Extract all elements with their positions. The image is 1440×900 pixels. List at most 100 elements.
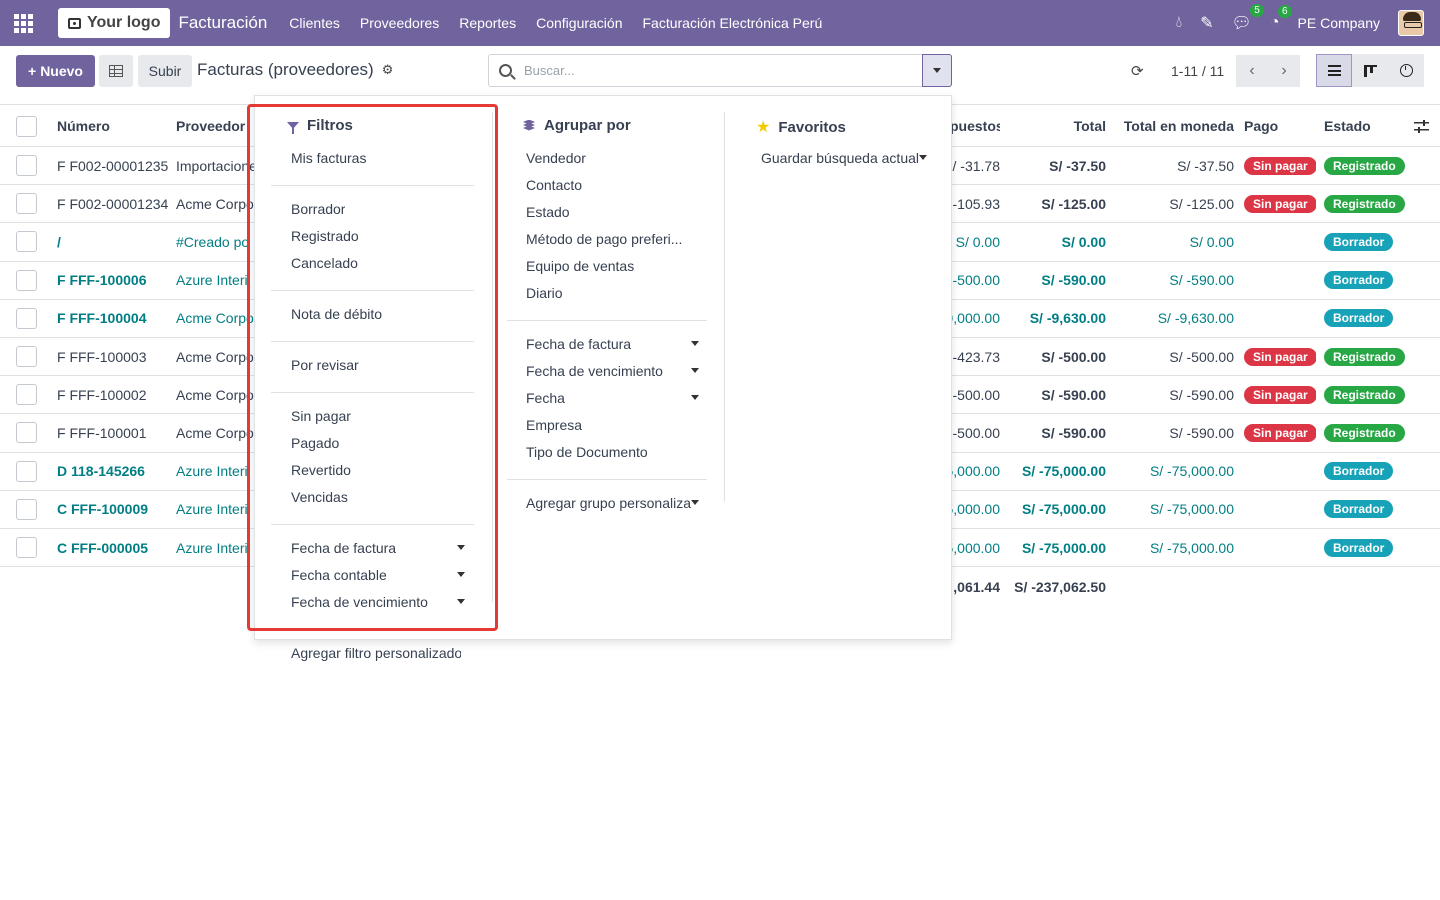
row-checkbox[interactable] — [16, 384, 37, 406]
header-taxes[interactable]: puestos — [950, 105, 1000, 146]
apps-menu-icon[interactable] — [0, 0, 46, 46]
row-checkbox[interactable] — [16, 193, 37, 215]
groupby-option[interactable]: Equipo de ventas — [526, 258, 634, 274]
groupby-option[interactable]: Método de pago preferi... — [526, 231, 682, 247]
pager-next-button[interactable]: › — [1268, 55, 1300, 87]
row-partner[interactable]: Acme Corpo — [176, 185, 256, 222]
search-options-toggle[interactable] — [922, 54, 952, 87]
caret-down-icon[interactable] — [691, 395, 699, 400]
row-checkbox[interactable] — [16, 460, 37, 482]
user-avatar[interactable] — [1398, 10, 1424, 36]
upload-button[interactable]: Subir — [138, 55, 192, 87]
filter-option[interactable]: Vencidas — [291, 489, 348, 505]
row-partner[interactable]: #Creado po — [176, 223, 256, 260]
row-checkbox[interactable] — [16, 307, 37, 329]
pager-previous-button[interactable]: ‹ — [1236, 55, 1268, 87]
filter-option[interactable]: Pagado — [291, 435, 339, 451]
pager-value[interactable]: 1-11 / 11 — [1171, 63, 1224, 79]
row-number[interactable]: C FFF-100009 — [57, 491, 169, 528]
row-number[interactable]: F FFF-100004 — [57, 300, 169, 337]
row-checkbox[interactable] — [16, 346, 37, 367]
activities-icon[interactable]: ◔ 6 — [1270, 5, 1292, 32]
row-partner[interactable]: Azure Interi — [176, 491, 256, 528]
filter-option[interactable]: Agregar filtro personalizado — [291, 645, 461, 661]
row-partner[interactable]: Acme Corpo — [176, 414, 256, 451]
filter-option[interactable]: Registrado — [291, 228, 359, 244]
row-partner[interactable]: Azure Interi — [176, 262, 256, 299]
new-button[interactable]: + Nuevo — [16, 55, 95, 87]
row-checkbox[interactable] — [16, 498, 37, 520]
groupby-option[interactable]: Contacto — [526, 177, 582, 193]
filter-option[interactable]: Fecha contable — [291, 567, 387, 583]
groupby-option[interactable]: Fecha de factura — [526, 336, 631, 352]
row-number[interactable]: F F002-00001234 — [57, 185, 169, 222]
row-number[interactable]: F FFF-100003 — [57, 338, 169, 375]
column-settings-icon[interactable] — [1414, 120, 1429, 133]
filter-option[interactable]: Fecha de factura — [291, 540, 396, 556]
row-partner[interactable]: Azure Interi — [176, 453, 256, 490]
kanban-view-button[interactable] — [1352, 54, 1388, 87]
app-name[interactable]: Facturación — [178, 13, 267, 33]
refresh-icon[interactable]: ⟳ — [1131, 62, 1144, 80]
caret-down-icon[interactable] — [457, 572, 465, 577]
filter-option[interactable]: Cancelado — [291, 255, 358, 271]
save-current-search[interactable]: Guardar búsqueda actual — [761, 150, 919, 166]
caret-down-icon[interactable] — [691, 368, 699, 373]
row-checkbox[interactable] — [16, 537, 37, 558]
drop-icon[interactable]: 💧︎ — [1176, 14, 1182, 32]
row-partner[interactable]: Acme Corpo — [176, 376, 256, 413]
groupby-option[interactable]: Fecha — [526, 390, 565, 406]
header-partner[interactable]: Proveedor — [176, 105, 246, 146]
messages-icon[interactable]: 💬︎ 5 — [1232, 4, 1264, 33]
menu-facturacion-electronica[interactable]: Facturación Electrónica Perú — [632, 15, 832, 31]
menu-proveedores[interactable]: Proveedores — [350, 15, 449, 31]
row-number[interactable]: C FFF-000005 — [57, 529, 169, 566]
row-partner[interactable]: Acme Corpo — [176, 338, 256, 375]
groupby-option[interactable]: Fecha de vencimiento — [526, 363, 663, 379]
list-view-button[interactable] — [1316, 54, 1352, 87]
header-number[interactable]: Número — [57, 105, 167, 146]
caret-down-icon[interactable] — [919, 155, 927, 160]
groupby-option[interactable]: Agregar grupo personaliza — [526, 495, 691, 511]
gear-icon[interactable]: ⚙ — [382, 62, 394, 78]
row-partner[interactable]: Importacione — [176, 147, 256, 184]
row-checkbox[interactable] — [16, 269, 37, 291]
caret-down-icon[interactable] — [457, 599, 465, 604]
row-partner[interactable]: Acme Corpo — [176, 300, 256, 337]
header-total[interactable]: Total — [1010, 105, 1106, 146]
groupby-option[interactable]: Estado — [526, 204, 570, 220]
filter-option[interactable]: Sin pagar — [291, 408, 351, 424]
edit-icon[interactable]: ✎ — [1200, 13, 1213, 33]
select-all-checkbox[interactable] — [16, 116, 37, 137]
row-number[interactable]: F FFF-100006 — [57, 262, 169, 299]
caret-down-icon[interactable] — [691, 500, 699, 505]
groupby-option[interactable]: Empresa — [526, 417, 582, 433]
caret-down-icon[interactable] — [691, 341, 699, 346]
row-number[interactable]: F FFF-100001 — [57, 414, 169, 451]
row-partner[interactable]: Azure Interi — [176, 529, 256, 566]
caret-down-icon[interactable] — [457, 545, 465, 550]
header-total-currency[interactable]: Total en moneda — [1114, 105, 1234, 146]
filter-option[interactable]: Por revisar — [291, 357, 359, 373]
company-switcher[interactable]: PE Company — [1298, 15, 1380, 31]
row-number[interactable]: F FFF-100002 — [57, 376, 169, 413]
filter-option[interactable]: Fecha de vencimiento — [291, 594, 428, 610]
filter-option[interactable]: Nota de débito — [291, 306, 382, 322]
header-state[interactable]: Estado — [1324, 105, 1384, 146]
row-number[interactable]: D 118-145266 — [57, 453, 169, 490]
company-logo[interactable]: Your logo — [58, 8, 171, 38]
filter-option[interactable]: Revertido — [291, 462, 351, 478]
activity-view-button[interactable] — [1388, 54, 1424, 87]
header-payment[interactable]: Pago — [1244, 105, 1304, 146]
table-view-button[interactable] — [99, 55, 133, 87]
row-checkbox[interactable] — [16, 231, 37, 253]
row-number[interactable]: F F002-00001235 — [57, 147, 169, 184]
menu-configuracion[interactable]: Configuración — [526, 15, 632, 31]
groupby-option[interactable]: Diario — [526, 285, 563, 301]
menu-clientes[interactable]: Clientes — [279, 15, 350, 31]
groupby-option[interactable]: Vendedor — [526, 150, 586, 166]
filter-option[interactable]: Mis facturas — [291, 150, 366, 166]
groupby-option[interactable]: Tipo de Documento — [526, 444, 648, 460]
row-checkbox[interactable] — [16, 155, 37, 176]
search-input[interactable] — [524, 63, 904, 78]
